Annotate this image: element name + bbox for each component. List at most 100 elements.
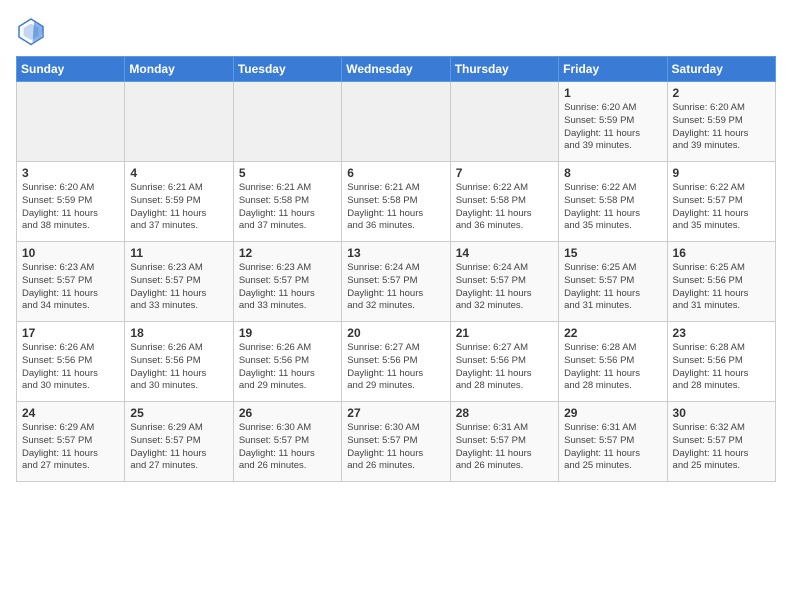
day-number: 9 <box>673 166 770 180</box>
day-info: Sunrise: 6:26 AM Sunset: 5:56 PM Dayligh… <box>22 342 119 393</box>
day-number: 30 <box>673 406 770 420</box>
day-info: Sunrise: 6:20 AM Sunset: 5:59 PM Dayligh… <box>673 102 770 153</box>
calendar-week-row: 10 Sunrise: 6:23 AM Sunset: 5:57 PM Dayli… <box>17 242 776 322</box>
day-number: 14 <box>456 246 553 260</box>
calendar-table: SundayMondayTuesdayWednesdayThursdayFrid… <box>16 56 776 482</box>
calendar-week-row: 1Sunrise: 6:20 AM Sunset: 5:59 PM Daylig… <box>17 82 776 162</box>
day-info: Sunrise: 6:24 AM Sunset: 5:57 PM Dayligh… <box>456 262 553 313</box>
day-number: 29 <box>564 406 661 420</box>
day-number: 8 <box>564 166 661 180</box>
calendar-cell <box>342 82 450 162</box>
calendar-cell: 24 Sunrise: 6:29 AM Sunset: 5:57 PM Dayli… <box>17 402 125 482</box>
day-number: 28 <box>456 406 553 420</box>
calendar-cell: 22 Sunrise: 6:28 AM Sunset: 5:56 PM Dayli… <box>559 322 667 402</box>
day-info: Sunrise: 6:21 AM Sunset: 5:58 PM Dayligh… <box>347 182 444 233</box>
day-number: 3 <box>22 166 119 180</box>
logo-icon <box>16 16 46 46</box>
calendar-cell <box>450 82 558 162</box>
calendar-cell: 17 Sunrise: 6:26 AM Sunset: 5:56 PM Dayli… <box>17 322 125 402</box>
calendar-cell: 11 Sunrise: 6:23 AM Sunset: 5:57 PM Dayli… <box>125 242 233 322</box>
day-number: 26 <box>239 406 336 420</box>
day-info: Sunrise: 6:21 AM Sunset: 5:59 PM Dayligh… <box>130 182 227 233</box>
calendar-week-row: 24 Sunrise: 6:29 AM Sunset: 5:57 PM Dayli… <box>17 402 776 482</box>
day-info: Sunrise: 6:23 AM Sunset: 5:57 PM Dayligh… <box>22 262 119 313</box>
day-info: Sunrise: 6:28 AM Sunset: 5:56 PM Dayligh… <box>673 342 770 393</box>
calendar-cell: 12 Sunrise: 6:23 AM Sunset: 5:57 PM Dayli… <box>233 242 341 322</box>
day-info: Sunrise: 6:22 AM Sunset: 5:58 PM Dayligh… <box>564 182 661 233</box>
calendar-cell: 27 Sunrise: 6:30 AM Sunset: 5:57 PM Dayli… <box>342 402 450 482</box>
day-number: 7 <box>456 166 553 180</box>
page-header <box>16 16 776 46</box>
weekday-header-thursday: Thursday <box>450 57 558 82</box>
calendar-cell: 6 Sunrise: 6:21 AM Sunset: 5:58 PM Daylig… <box>342 162 450 242</box>
day-info: Sunrise: 6:26 AM Sunset: 5:56 PM Dayligh… <box>130 342 227 393</box>
calendar-cell: 2 Sunrise: 6:20 AM Sunset: 5:59 PM Daylig… <box>667 82 775 162</box>
day-number: 17 <box>22 326 119 340</box>
day-number: 15 <box>564 246 661 260</box>
calendar-cell <box>17 82 125 162</box>
weekday-header-friday: Friday <box>559 57 667 82</box>
calendar-cell: 4 Sunrise: 6:21 AM Sunset: 5:59 PM Daylig… <box>125 162 233 242</box>
day-info: Sunrise: 6:25 AM Sunset: 5:57 PM Dayligh… <box>564 262 661 313</box>
logo <box>16 16 50 46</box>
calendar-cell: 30Sunrise: 6:32 AM Sunset: 5:57 PM Dayli… <box>667 402 775 482</box>
day-number: 11 <box>130 246 227 260</box>
calendar-cell: 13 Sunrise: 6:24 AM Sunset: 5:57 PM Dayli… <box>342 242 450 322</box>
day-number: 12 <box>239 246 336 260</box>
day-info: Sunrise: 6:26 AM Sunset: 5:56 PM Dayligh… <box>239 342 336 393</box>
day-info: Sunrise: 6:25 AM Sunset: 5:56 PM Dayligh… <box>673 262 770 313</box>
day-number: 6 <box>347 166 444 180</box>
calendar-cell: 3 Sunrise: 6:20 AM Sunset: 5:59 PM Daylig… <box>17 162 125 242</box>
day-number: 25 <box>130 406 227 420</box>
calendar-cell: 28 Sunrise: 6:31 AM Sunset: 5:57 PM Dayli… <box>450 402 558 482</box>
calendar-week-row: 3 Sunrise: 6:20 AM Sunset: 5:59 PM Daylig… <box>17 162 776 242</box>
calendar-week-row: 17 Sunrise: 6:26 AM Sunset: 5:56 PM Dayli… <box>17 322 776 402</box>
day-info: Sunrise: 6:30 AM Sunset: 5:57 PM Dayligh… <box>239 422 336 473</box>
weekday-header-wednesday: Wednesday <box>342 57 450 82</box>
day-info: Sunrise: 6:23 AM Sunset: 5:57 PM Dayligh… <box>239 262 336 313</box>
day-number: 19 <box>239 326 336 340</box>
day-info: Sunrise: 6:31 AM Sunset: 5:57 PM Dayligh… <box>564 422 661 473</box>
calendar-cell: 10 Sunrise: 6:23 AM Sunset: 5:57 PM Dayli… <box>17 242 125 322</box>
day-number: 24 <box>22 406 119 420</box>
day-info: Sunrise: 6:23 AM Sunset: 5:57 PM Dayligh… <box>130 262 227 313</box>
day-info: Sunrise: 6:24 AM Sunset: 5:57 PM Dayligh… <box>347 262 444 313</box>
calendar-cell <box>125 82 233 162</box>
day-info: Sunrise: 6:29 AM Sunset: 5:57 PM Dayligh… <box>130 422 227 473</box>
day-info: Sunrise: 6:20 AM Sunset: 5:59 PM Dayligh… <box>22 182 119 233</box>
calendar-cell: 21Sunrise: 6:27 AM Sunset: 5:56 PM Dayli… <box>450 322 558 402</box>
day-number: 23 <box>673 326 770 340</box>
calendar-cell: 23 Sunrise: 6:28 AM Sunset: 5:56 PM Dayli… <box>667 322 775 402</box>
calendar-cell: 19 Sunrise: 6:26 AM Sunset: 5:56 PM Dayli… <box>233 322 341 402</box>
calendar-body: 1Sunrise: 6:20 AM Sunset: 5:59 PM Daylig… <box>17 82 776 482</box>
calendar-cell <box>233 82 341 162</box>
day-info: Sunrise: 6:27 AM Sunset: 5:56 PM Dayligh… <box>347 342 444 393</box>
calendar-cell: 20 Sunrise: 6:27 AM Sunset: 5:56 PM Dayli… <box>342 322 450 402</box>
day-number: 22 <box>564 326 661 340</box>
day-info: Sunrise: 6:21 AM Sunset: 5:58 PM Dayligh… <box>239 182 336 233</box>
day-info: Sunrise: 6:20 AM Sunset: 5:59 PM Dayligh… <box>564 102 661 153</box>
day-info: Sunrise: 6:27 AM Sunset: 5:56 PM Dayligh… <box>456 342 553 393</box>
day-info: Sunrise: 6:22 AM Sunset: 5:58 PM Dayligh… <box>456 182 553 233</box>
day-info: Sunrise: 6:28 AM Sunset: 5:56 PM Dayligh… <box>564 342 661 393</box>
day-number: 13 <box>347 246 444 260</box>
day-info: Sunrise: 6:22 AM Sunset: 5:57 PM Dayligh… <box>673 182 770 233</box>
day-info: Sunrise: 6:30 AM Sunset: 5:57 PM Dayligh… <box>347 422 444 473</box>
calendar-cell: 1Sunrise: 6:20 AM Sunset: 5:59 PM Daylig… <box>559 82 667 162</box>
weekday-header-sunday: Sunday <box>17 57 125 82</box>
calendar-cell: 8 Sunrise: 6:22 AM Sunset: 5:58 PM Daylig… <box>559 162 667 242</box>
day-number: 20 <box>347 326 444 340</box>
calendar-cell: 25 Sunrise: 6:29 AM Sunset: 5:57 PM Dayli… <box>125 402 233 482</box>
calendar-cell: 15 Sunrise: 6:25 AM Sunset: 5:57 PM Dayli… <box>559 242 667 322</box>
calendar-cell: 16 Sunrise: 6:25 AM Sunset: 5:56 PM Dayli… <box>667 242 775 322</box>
day-info: Sunrise: 6:29 AM Sunset: 5:57 PM Dayligh… <box>22 422 119 473</box>
calendar-cell: 29 Sunrise: 6:31 AM Sunset: 5:57 PM Dayli… <box>559 402 667 482</box>
day-number: 4 <box>130 166 227 180</box>
calendar-cell: 9 Sunrise: 6:22 AM Sunset: 5:57 PM Daylig… <box>667 162 775 242</box>
day-number: 10 <box>22 246 119 260</box>
day-number: 2 <box>673 86 770 100</box>
day-number: 27 <box>347 406 444 420</box>
day-number: 16 <box>673 246 770 260</box>
day-info: Sunrise: 6:31 AM Sunset: 5:57 PM Dayligh… <box>456 422 553 473</box>
day-number: 5 <box>239 166 336 180</box>
